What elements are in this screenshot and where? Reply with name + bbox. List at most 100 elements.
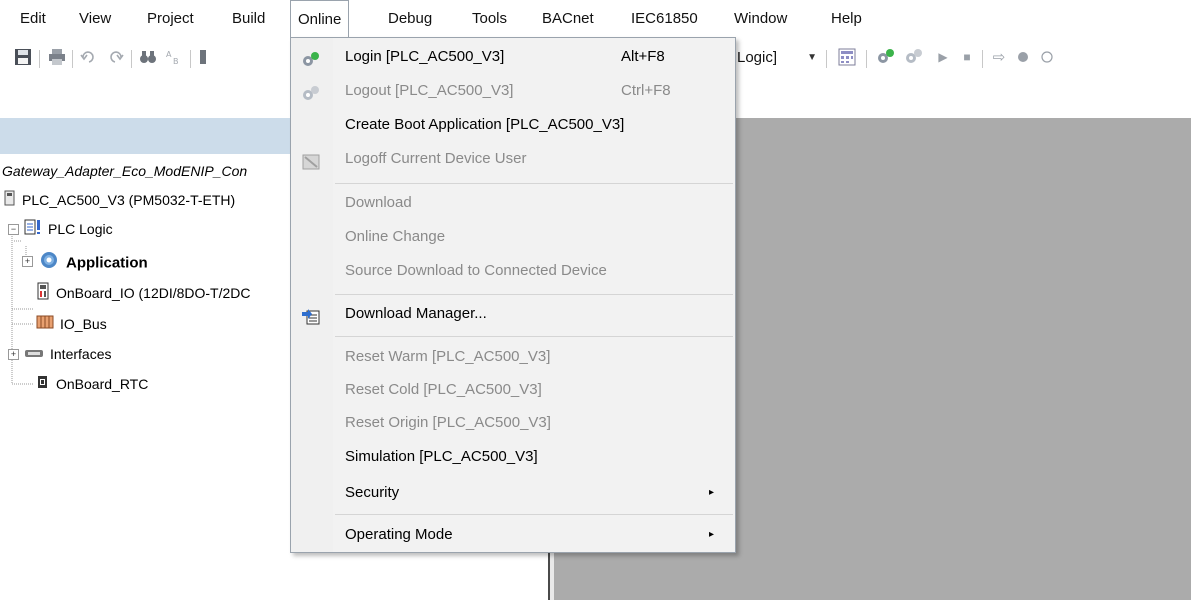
tree-item-io-bus-label: IO_Bus <box>60 316 107 332</box>
toolbar-separator <box>982 50 983 68</box>
tree-item-io-bus[interactable]: IO_Bus <box>36 313 107 335</box>
menu-help[interactable]: Help <box>829 0 864 38</box>
breakpoint-icon[interactable] <box>1015 46 1031 68</box>
logout-icon[interactable] <box>902 46 926 68</box>
menu-item-download[interactable]: Download <box>291 186 735 220</box>
menu-item-shortcut: Ctrl+F8 <box>621 82 671 99</box>
menu-item-label: Security <box>345 484 400 501</box>
tree-item-application-label: Application <box>66 254 148 272</box>
toolbar-separator <box>190 50 191 68</box>
menu-item-create-boot-application[interactable]: Create Boot Application [PLC_AC500_V3] <box>291 108 735 142</box>
io-module-icon <box>36 282 50 306</box>
menu-item-source-download[interactable]: Source Download to Connected Device <box>291 254 735 288</box>
save-icon[interactable] <box>12 46 34 68</box>
tree-item-onboard-io[interactable]: OnBoard_IO (12DI/8DO-T/2DC <box>36 282 251 304</box>
menu-item-logoff-current-device-user[interactable]: Logoff Current Device User <box>291 142 735 176</box>
submenu-arrow-icon: ▸ <box>709 487 715 498</box>
toolbar-separator <box>866 50 867 68</box>
menu-item-label: Logout [PLC_AC500_V3] <box>345 82 514 99</box>
menu-item-label: Online Change <box>345 228 446 245</box>
svg-text:A: A <box>166 50 172 59</box>
rtc-icon <box>36 374 50 396</box>
print-icon[interactable] <box>46 46 68 68</box>
menu-bacnet[interactable]: BACnet <box>540 0 596 38</box>
tree-item-plc-logic-label: PLC Logic <box>48 221 113 237</box>
tree-item-interfaces-label: Interfaces <box>50 346 112 362</box>
find-icon[interactable] <box>137 46 159 68</box>
stop-icon[interactable]: ■ <box>960 46 974 68</box>
menu-item-reset-warm[interactable]: Reset Warm [PLC_AC500_V3] <box>291 340 735 374</box>
logout-icon <box>301 82 321 100</box>
menu-item-simulation[interactable]: Simulation [PLC_AC500_V3] <box>291 440 735 474</box>
redo-icon[interactable] <box>104 46 126 68</box>
bookmark-icon[interactable] <box>196 46 210 68</box>
tree-item-device[interactable]: PLC_AC500_V3 (PM5032-T-ETH) <box>4 189 235 211</box>
step-over-icon[interactable]: ⇨ <box>990 46 1008 68</box>
menu-online[interactable]: Online <box>290 0 350 37</box>
plc-logic-icon <box>24 219 42 241</box>
menu-item-label: Reset Warm [PLC_AC500_V3] <box>345 348 551 365</box>
device-icon <box>4 190 16 212</box>
menu-build[interactable]: Build <box>230 0 267 38</box>
menu-item-security[interactable]: Security ▸ <box>291 476 735 510</box>
menu-item-label: Download <box>345 194 412 211</box>
expand-icon[interactable]: + <box>22 256 33 267</box>
menu-item-operating-mode[interactable]: Operating Mode ▸ <box>291 518 735 552</box>
tree-item-onboard-rtc-label: OnBoard_RTC <box>56 376 149 392</box>
menu-edit[interactable]: Edit <box>18 0 48 38</box>
tree-root-project[interactable]: Gateway_Adapter_Eco_ModENIP_Con <box>2 160 247 182</box>
menu-item-label: Reset Origin [PLC_AC500_V3] <box>345 414 551 431</box>
menu-window[interactable]: Window <box>732 0 789 38</box>
menu-separator <box>335 336 733 337</box>
expand-icon[interactable]: + <box>8 349 19 360</box>
replace-icon[interactable]: AB <box>163 46 185 68</box>
tree-root-label: Gateway_Adapter_Eco_ModENIP_Con <box>2 163 248 179</box>
active-application-combo[interactable]: Logic] ▼ <box>737 46 817 70</box>
io-bus-icon <box>36 314 54 336</box>
calculator-icon[interactable] <box>836 46 858 68</box>
login-icon[interactable] <box>874 46 898 68</box>
combo-value: Logic] <box>737 49 778 66</box>
menu-item-label: Operating Mode <box>345 526 453 543</box>
menu-iec61850[interactable]: IEC61850 <box>629 0 700 38</box>
menu-item-reset-cold[interactable]: Reset Cold [PLC_AC500_V3] <box>291 373 735 407</box>
menu-tools[interactable]: Tools <box>470 0 509 38</box>
menu-bar: Edit View Project Build Online Debug Too… <box>0 0 1191 38</box>
menu-item-label: Reset Cold [PLC_AC500_V3] <box>345 381 542 398</box>
toolbar-separator <box>826 50 827 68</box>
menu-project[interactable]: Project <box>145 0 196 38</box>
menu-item-logout[interactable]: Logout [PLC_AC500_V3] Ctrl+F8 <box>291 74 735 108</box>
download-manager-icon <box>301 305 321 325</box>
logoff-user-icon <box>301 150 321 170</box>
menu-item-label: Download Manager... <box>345 305 487 322</box>
menu-item-shortcut: Alt+F8 <box>621 48 665 65</box>
chevron-down-icon: ▼ <box>807 52 817 63</box>
menu-view[interactable]: View <box>77 0 113 38</box>
menu-debug[interactable]: Debug <box>386 0 434 38</box>
tree-item-application[interactable]: Application <box>38 250 148 272</box>
collapse-icon[interactable]: − <box>8 224 19 235</box>
submenu-arrow-icon: ▸ <box>709 529 715 540</box>
menu-item-login[interactable]: Login [PLC_AC500_V3] Alt+F8 <box>291 40 735 74</box>
breakpoint-disabled-icon[interactable] <box>1039 46 1055 68</box>
tree-item-onboard-rtc[interactable]: OnBoard_RTC <box>36 373 148 395</box>
menu-item-label: Logoff Current Device User <box>345 150 527 167</box>
toolbar-separator <box>39 50 40 68</box>
tree-item-plc-logic[interactable]: PLC Logic <box>24 218 113 240</box>
tree-item-device-label: PLC_AC500_V3 (PM5032-T-ETH) <box>22 192 236 208</box>
interfaces-icon <box>24 344 44 366</box>
undo-icon[interactable] <box>78 46 100 68</box>
menu-separator <box>335 294 733 295</box>
login-icon <box>301 48 321 66</box>
menu-item-reset-origin[interactable]: Reset Origin [PLC_AC500_V3] <box>291 406 735 440</box>
menu-separator <box>335 183 733 184</box>
tree-item-interfaces[interactable]: Interfaces <box>24 343 111 365</box>
application-gear-icon <box>38 250 60 277</box>
menu-item-label: Source Download to Connected Device <box>345 262 607 279</box>
menu-item-online-change[interactable]: Online Change <box>291 220 735 254</box>
tree-item-onboard-io-label: OnBoard_IO (12DI/8DO-T/2DC <box>56 285 251 301</box>
start-icon[interactable]: ▶ <box>936 46 950 68</box>
menu-item-download-manager[interactable]: Download Manager... <box>291 297 735 331</box>
toolbar-separator <box>72 50 73 68</box>
svg-text:B: B <box>173 57 179 66</box>
